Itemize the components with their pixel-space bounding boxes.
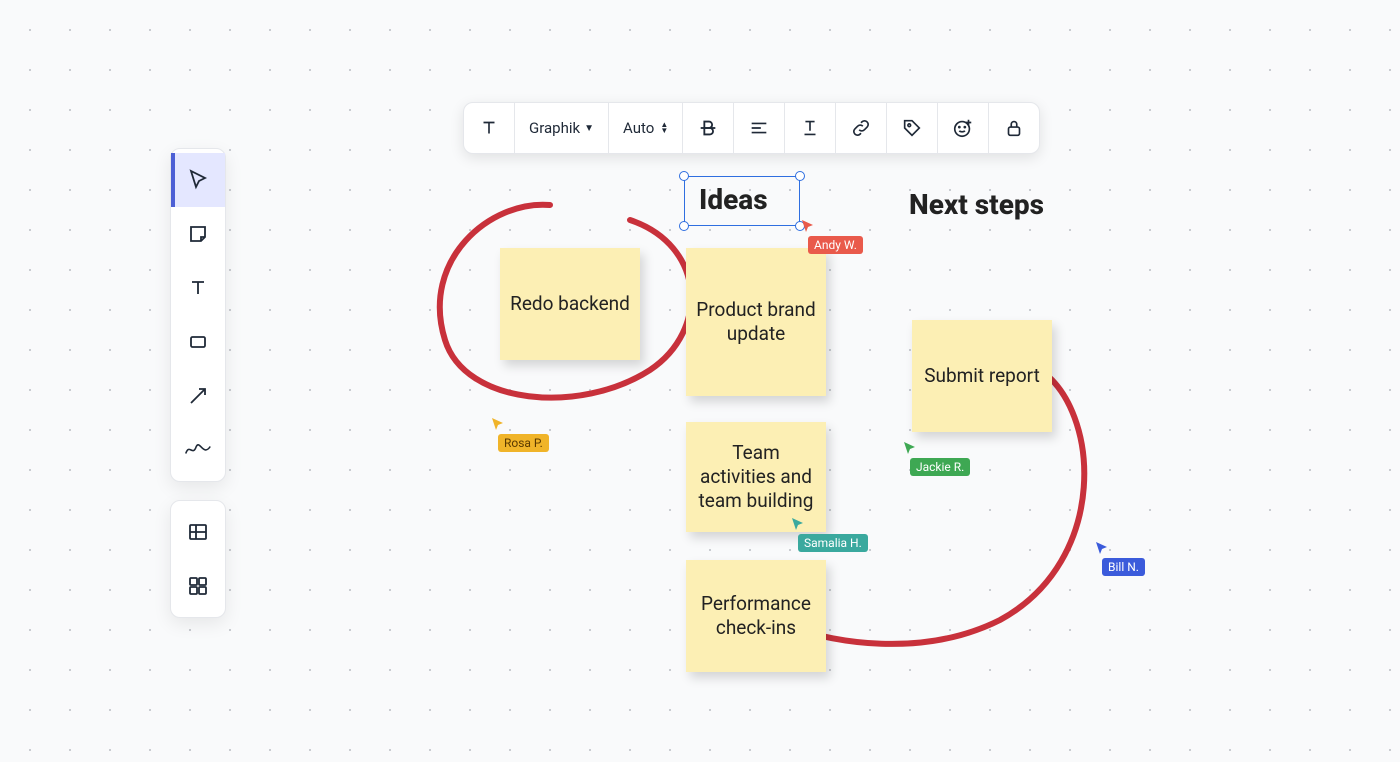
apps-grid-icon [186,574,210,598]
tool-cursor[interactable] [171,153,225,207]
collab-samalia-tag: Samalia H. [798,534,868,552]
fmt-underline[interactable] [785,103,836,153]
draw-icon [184,440,212,460]
tool-sticky[interactable] [171,207,225,261]
heading-next-steps[interactable]: Next steps [909,188,1044,221]
stepper-icon: ▲▼ [660,122,668,134]
collab-samalia: Samalia H. [790,516,868,552]
arrow-icon [186,384,210,408]
fmt-lock[interactable] [989,103,1039,153]
tool-shape[interactable] [171,315,225,369]
link-icon [850,117,872,139]
collab-jackie-tag: Jackie R. [910,458,970,476]
sticky-performance[interactable]: Performance check-ins [686,560,826,672]
collab-rosa-tag: Rosa P. [498,434,549,452]
tool-table[interactable] [171,505,225,559]
bold-strike-icon [697,117,719,139]
selection-handle-tl[interactable] [679,171,689,181]
font-family-label: Graphik [529,119,580,137]
collab-andy: Andy W. [800,218,863,254]
shape-icon [186,330,210,354]
collab-rosa: Rosa P. [490,416,549,452]
fmt-tag[interactable] [887,103,938,153]
fmt-font-family[interactable]: Graphik ▼ [515,103,609,153]
text-style-icon [478,117,500,139]
emoji-plus-icon [952,117,974,139]
tool-card-widgets [170,500,226,618]
tool-arrow[interactable] [171,369,225,423]
sticky-note-icon [186,222,210,246]
tool-draw[interactable] [171,423,225,477]
fmt-bold[interactable] [683,103,734,153]
selection-handle-bl[interactable] [679,221,689,231]
fmt-emoji[interactable] [938,103,989,153]
text-icon [186,276,210,300]
lock-icon [1003,117,1025,139]
selection-handle-tr[interactable] [795,171,805,181]
cursor-icon [1094,540,1110,556]
sticky-submit-report[interactable]: Submit report [912,320,1052,432]
cursor-icon [902,440,918,456]
align-icon [748,117,770,139]
fmt-font-size[interactable]: Auto ▲▼ [609,103,683,153]
tool-text[interactable] [171,261,225,315]
heading-ideas[interactable]: Ideas [699,183,768,216]
tool-apps[interactable] [171,559,225,613]
fmt-align[interactable] [734,103,785,153]
font-size-label: Auto [623,119,654,137]
sticky-product-brand[interactable]: Product brand update [686,248,826,396]
collab-bill: Bill N. [1094,540,1145,576]
sticky-redo-backend[interactable]: Redo backend [500,248,640,360]
fmt-link[interactable] [836,103,887,153]
cursor-icon [490,416,506,432]
cursor-icon [790,516,806,532]
selected-text-ideas[interactable]: Ideas [684,176,800,226]
text-underline-icon [799,117,821,139]
fmt-text-style[interactable] [464,103,515,153]
collab-jackie: Jackie R. [902,440,970,476]
collab-andy-tag: Andy W. [808,236,863,254]
cursor-icon [800,218,816,234]
tool-card-main [170,148,226,482]
collab-bill-tag: Bill N. [1102,558,1145,576]
text-format-toolbar: Graphik ▼ Auto ▲▼ [463,102,1040,154]
sidebar-tools [170,148,226,618]
chevron-down-icon: ▼ [584,123,594,134]
cursor-icon [186,168,210,192]
tag-icon [901,117,923,139]
table-icon [186,520,210,544]
